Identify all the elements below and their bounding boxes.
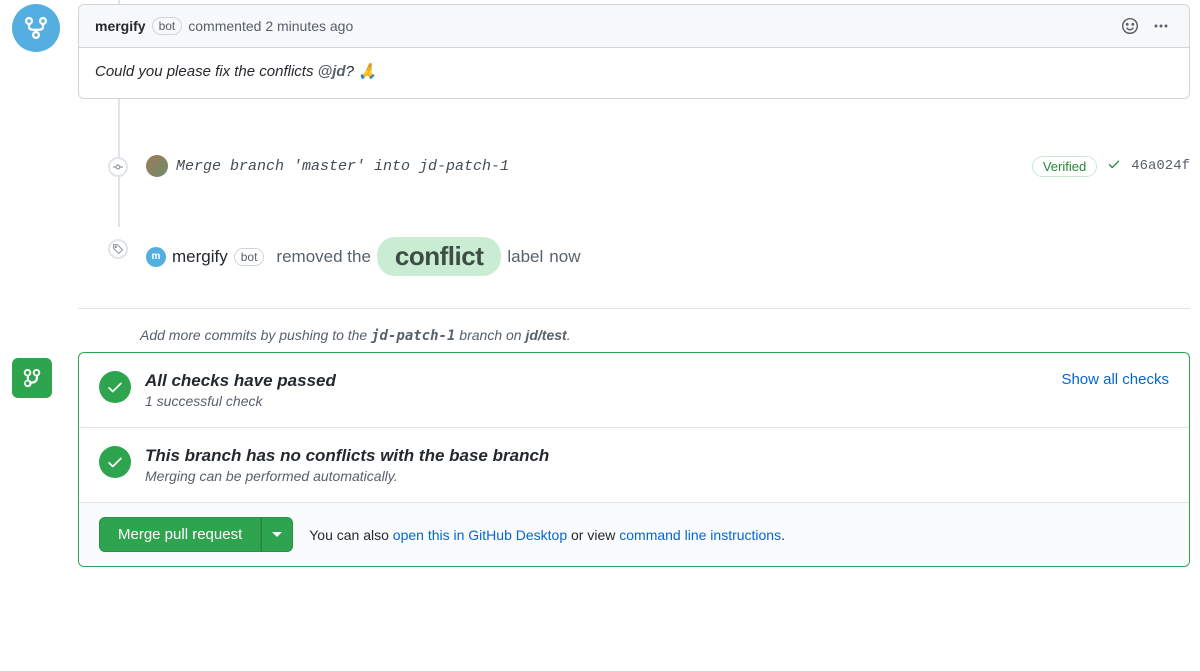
alt-suffix: . — [781, 527, 785, 543]
label-removed-event: m mergify bot removed the conflict label… — [70, 213, 1190, 300]
hint-prefix: Add more commits by pushing to the — [140, 327, 371, 343]
divider — [78, 308, 1190, 309]
bot-badge: bot — [152, 17, 183, 35]
comment-timestamp: 2 minutes ago — [265, 18, 353, 34]
alt-mid: or view — [567, 527, 619, 543]
command-line-link[interactable]: command line instructions — [619, 527, 781, 543]
conflict-label-pill[interactable]: conflict — [377, 237, 501, 276]
merge-pull-request-button[interactable]: Merge pull request — [99, 517, 261, 552]
checks-title: All checks have passed — [145, 371, 336, 391]
comment-author[interactable]: mergify — [95, 18, 146, 34]
caret-down-icon — [272, 530, 282, 540]
open-in-desktop-link[interactable]: open this in GitHub Desktop — [393, 527, 567, 543]
kebab-menu-icon[interactable] — [1149, 14, 1173, 38]
emoji-reaction-icon[interactable] — [1117, 13, 1143, 39]
conflict-section: This branch has no conflicts with the ba… — [79, 428, 1189, 503]
tag-icon — [108, 239, 128, 259]
show-all-checks-link[interactable]: Show all checks — [1061, 371, 1169, 409]
check-icon — [1107, 157, 1121, 176]
conflict-title: This branch has no conflicts with the ba… — [145, 446, 549, 466]
mergify-mini-avatar[interactable]: m — [146, 247, 166, 267]
label-event-suffix: label — [507, 247, 543, 267]
comment-container: mergify bot commented 2 minutes ago Coul… — [78, 4, 1190, 99]
merge-dropdown-button[interactable] — [261, 517, 293, 552]
merge-actions-row: Merge pull request You can also open thi… — [79, 503, 1189, 566]
bot-badge: bot — [234, 248, 265, 266]
hint-repo: jd/test — [525, 327, 566, 343]
push-hint: Add more commits by pushing to the jd-pa… — [140, 327, 1190, 344]
comment-text: Could you please fix the conflicts — [95, 63, 318, 80]
comment-action: commented — [188, 18, 261, 34]
comment-header: mergify bot commented 2 minutes ago — [79, 5, 1189, 48]
comment-text-suffix: ? 🙏 — [346, 63, 377, 80]
label-event-actor[interactable]: mergify — [172, 247, 228, 267]
hint-suffix: . — [567, 327, 571, 343]
comment-body: Could you please fix the conflicts @jd? … — [79, 48, 1189, 98]
checks-section: All checks have passed 1 successful chec… — [79, 353, 1189, 428]
conflict-subtitle: Merging can be performed automatically. — [145, 468, 549, 484]
alt-prefix: You can also — [309, 527, 393, 543]
check-circle-icon — [99, 371, 131, 403]
check-circle-icon — [99, 446, 131, 478]
verified-badge[interactable]: Verified — [1032, 156, 1097, 177]
checks-subtitle: 1 successful check — [145, 393, 336, 409]
merge-alt-text: You can also open this in GitHub Desktop… — [309, 527, 785, 543]
user-mention[interactable]: @jd — [318, 63, 346, 80]
hint-branch: jd-patch-1 — [371, 328, 455, 344]
merge-status-icon — [12, 358, 52, 398]
label-event-timestamp: now — [549, 247, 580, 267]
merge-panel: All checks have passed 1 successful chec… — [78, 352, 1190, 567]
commit-node-icon — [108, 157, 128, 177]
mergify-avatar[interactable] — [12, 4, 60, 52]
commit-sha[interactable]: 46a024f — [1131, 158, 1190, 174]
label-event-action: removed the — [276, 247, 371, 267]
commit-message[interactable]: Merge branch 'master' into jd-patch-1 — [176, 158, 509, 175]
commit-event: Merge branch 'master' into jd-patch-1 Ve… — [70, 139, 1190, 193]
hint-middle: branch on — [455, 327, 525, 343]
committer-avatar[interactable] — [146, 155, 168, 177]
